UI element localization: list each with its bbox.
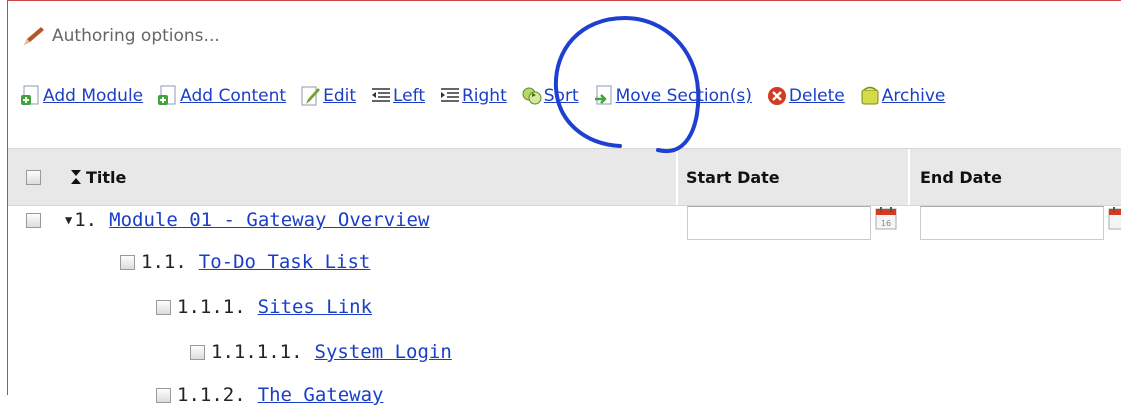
table-row: 1.1. To-Do Task List: [120, 245, 370, 279]
archive-label: Archive: [881, 86, 946, 106]
row-number: 1.1.: [141, 251, 187, 273]
expand-caret-icon[interactable]: ▼: [65, 213, 72, 227]
edit-button[interactable]: Edit: [300, 85, 356, 107]
row-title-link[interactable]: Module 01 - Gateway Overview: [109, 209, 429, 231]
delete-icon: [767, 87, 786, 105]
calendar-icon[interactable]: 16: [875, 206, 897, 230]
end-date-header-label: End Date: [920, 167, 1002, 187]
table-row: 1.1.1.1. System Login: [190, 335, 452, 369]
row-number: 1.: [74, 209, 98, 231]
row-title-link[interactable]: The Gateway: [258, 384, 384, 406]
row-checkbox[interactable]: [26, 212, 41, 228]
add-content-icon: [158, 85, 176, 105]
title-column-header[interactable]: Title: [70, 149, 126, 205]
move-sections-button[interactable]: Move Section(s): [593, 85, 752, 107]
row-number: 1.1.2.: [177, 384, 246, 406]
archive-button[interactable]: Archive: [859, 85, 946, 107]
pencil-icon: [24, 27, 44, 45]
right-label: Right: [461, 86, 507, 106]
add-module-button[interactable]: Add Module: [20, 85, 143, 107]
start-date-input[interactable]: [687, 206, 871, 240]
row-title-link[interactable]: Sites Link: [258, 296, 372, 318]
delete-label: Delete: [788, 86, 845, 106]
sort-button[interactable]: Sort: [521, 85, 579, 107]
svg-text:16: 16: [881, 219, 891, 228]
row-checkbox[interactable]: [120, 254, 135, 270]
authoring-options-label: Authoring options...: [52, 26, 220, 46]
outdent-icon: [372, 88, 390, 102]
add-content-button[interactable]: Add Content: [157, 85, 286, 107]
add-content-label: Add Content: [180, 86, 287, 106]
archive-icon: [861, 86, 879, 105]
row-title-link[interactable]: System Login: [315, 341, 452, 363]
end-date-column-header: End Date: [920, 149, 1002, 205]
sort-icon: [522, 87, 542, 105]
select-all-checkbox[interactable]: [26, 169, 41, 185]
toolbar: Add Module Add Content Edit Left Right S…: [20, 82, 959, 110]
row-number: 1.1.1.: [177, 296, 246, 318]
table-row: 1.1.1. Sites Link: [156, 290, 372, 324]
add-module-label: Add Module: [43, 86, 144, 106]
table-row: ▼ 1. Module 01 - Gateway Overview: [26, 203, 429, 237]
calendar-icon[interactable]: [1108, 206, 1121, 230]
left-button[interactable]: Left: [370, 85, 425, 107]
row-checkbox[interactable]: [190, 344, 205, 360]
left-label: Left: [393, 86, 425, 106]
add-module-icon: [21, 85, 39, 105]
move-icon: [594, 85, 612, 105]
sort-label: Sort: [543, 86, 579, 106]
row-number: 1.1.1.1.: [211, 341, 303, 363]
sort-order-icon: [71, 170, 81, 184]
row-title-link[interactable]: To-Do Task List: [199, 251, 371, 273]
edit-icon: [301, 86, 321, 106]
move-sections-label: Move Section(s): [615, 86, 752, 106]
select-all-checkbox-cell[interactable]: [26, 149, 41, 205]
column-divider: [676, 149, 678, 205]
delete-button[interactable]: Delete: [766, 85, 845, 107]
edit-label: Edit: [323, 86, 356, 106]
column-divider: [908, 149, 910, 205]
table-header: Title Start Date End Date: [8, 148, 1121, 206]
row-checkbox[interactable]: [156, 299, 171, 315]
right-button[interactable]: Right: [439, 85, 507, 107]
table-row: 1.1.2. The Gateway: [156, 378, 383, 412]
start-date-column-header: Start Date: [686, 149, 780, 205]
indent-icon: [440, 88, 459, 102]
row-checkbox[interactable]: [156, 387, 171, 403]
authoring-options[interactable]: Authoring options...: [22, 24, 220, 48]
end-date-input[interactable]: [920, 206, 1104, 240]
title-header-label: Title: [86, 167, 127, 187]
start-date-header-label: Start Date: [686, 167, 780, 187]
